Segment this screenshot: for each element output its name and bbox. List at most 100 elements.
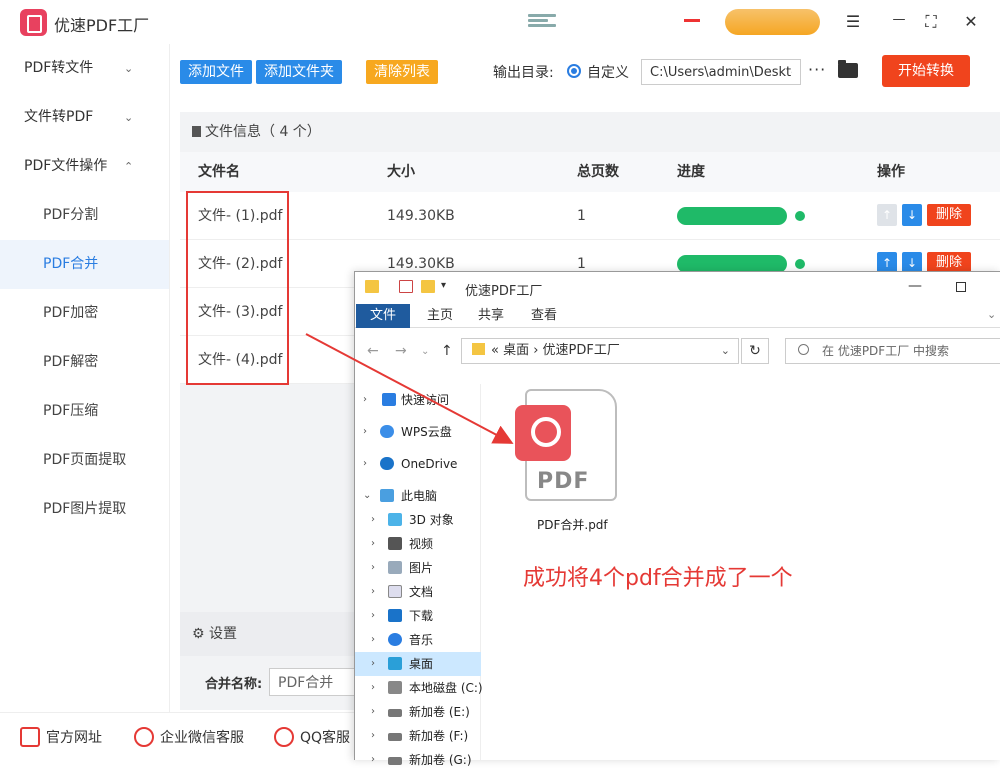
app-title: 优速PDF工厂 <box>54 16 150 35</box>
chevron-down-icon: ⌄ <box>124 111 134 124</box>
tree-item-this-pc[interactable]: ⌄ 此电脑 <box>355 484 481 508</box>
output-path-input[interactable] <box>641 59 801 85</box>
forward-icon[interactable]: → <box>395 343 407 359</box>
tab-share[interactable]: 共享 <box>476 304 506 328</box>
output-dir-label: 输出目录: <box>493 65 554 81</box>
clear-list-button[interactable]: 清除列表 <box>366 60 438 84</box>
app-banner-icon[interactable] <box>528 12 556 32</box>
tree-label: 快速访问 <box>401 393 450 407</box>
promo-badge[interactable] <box>725 9 820 35</box>
folder-icon[interactable] <box>838 60 858 78</box>
custom-radio-label[interactable]: 自定义 <box>587 62 629 82</box>
website-icon <box>20 727 40 747</box>
document-icon <box>388 585 402 598</box>
star-icon <box>382 393 396 406</box>
disk-icon <box>388 709 402 717</box>
folder-icon <box>365 280 379 293</box>
sidebar-item-pdf-merge[interactable]: PDF合并 <box>0 240 169 289</box>
recent-chevron-icon[interactable]: ⌄ <box>421 346 429 357</box>
add-folder-button[interactable]: 添加文件夹 <box>256 60 342 84</box>
sidebar-group-pdf-to-file[interactable]: PDF转文件 ⌄ <box>0 44 169 93</box>
tree-item-wps-cloud[interactable]: › WPS云盘 <box>355 420 481 444</box>
merge-name-label: 合并名称: <box>205 677 263 692</box>
qq-support-link[interactable]: QQ客服 <box>274 727 350 747</box>
tree-item-pictures[interactable]: › 图片 <box>355 556 481 580</box>
tree-item-3d[interactable]: › 3D 对象 <box>355 508 481 532</box>
back-icon[interactable]: ← <box>367 343 379 359</box>
wechat-icon <box>134 727 154 747</box>
tree-item-video[interactable]: › 视频 <box>355 532 481 556</box>
minimize-button[interactable]: — <box>889 12 909 27</box>
sidebar-group-file-to-pdf[interactable]: 文件转PDF ⌄ <box>0 93 169 142</box>
sidebar-group-pdf-operations[interactable]: PDF文件操作 ⌃ <box>0 142 169 191</box>
sidebar-item-pdf-decrypt[interactable]: PDF解密 <box>0 338 169 387</box>
col-name: 文件名 <box>198 164 240 180</box>
minimize-icon[interactable]: — <box>908 278 922 294</box>
tree-item-documents[interactable]: › 文档 <box>355 580 481 604</box>
start-convert-button[interactable]: 开始转换 <box>882 55 970 87</box>
tree-item-quick-access[interactable]: › 快速访问 <box>355 388 481 412</box>
tree-label: 图片 <box>409 561 434 575</box>
tree-item-disk-f[interactable]: › 新加卷 (F:) <box>355 724 481 748</box>
video-icon <box>388 537 402 550</box>
close-icon[interactable]: ✕ <box>961 12 981 31</box>
document-icon <box>192 126 201 137</box>
download-icon <box>388 609 402 622</box>
pdf-file-item[interactable]: PDF <box>515 385 621 503</box>
properties-icon[interactable] <box>399 280 413 293</box>
search-icon <box>798 344 809 355</box>
sidebar-item-pdf-compress[interactable]: PDF压缩 <box>0 387 169 436</box>
fullscreen-icon[interactable]: ⛶ <box>921 12 941 32</box>
tree-item-onedrive[interactable]: › OneDrive <box>355 452 481 476</box>
search-input[interactable]: 在 优速PDF工厂 中搜索 <box>785 338 1000 364</box>
sidebar-group-label: PDF转文件 <box>24 60 94 76</box>
tree-item-downloads[interactable]: › 下载 <box>355 604 481 628</box>
move-down-icon[interactable]: ↓ <box>902 204 922 226</box>
menu-icon[interactable]: ☰ <box>843 12 863 31</box>
tree-label: 音乐 <box>409 633 434 647</box>
tree-label: OneDrive <box>401 457 458 471</box>
sidebar-item-pdf-page-extract[interactable]: PDF页面提取 <box>0 436 169 485</box>
up-icon[interactable]: ↑ <box>441 343 453 359</box>
new-folder-icon[interactable] <box>421 280 435 293</box>
website-link[interactable]: 官方网址 <box>20 727 102 747</box>
delete-button[interactable]: 删除 <box>927 204 971 226</box>
chevron-down-icon[interactable]: ⌄ <box>721 339 730 363</box>
desktop-icon <box>388 657 402 670</box>
disk-icon <box>388 757 402 765</box>
tree-item-disk-c[interactable]: › 本地磁盘 (C:) <box>355 676 483 700</box>
add-file-button[interactable]: 添加文件 <box>180 60 252 84</box>
chevron-down-icon[interactable]: ▾ <box>441 280 446 291</box>
address-bar[interactable]: « 桌面 › 优速PDF工厂 ⌄ <box>461 338 739 364</box>
move-up-icon[interactable]: ↑ <box>877 204 897 226</box>
disk-icon <box>388 733 402 741</box>
ribbon-expand-icon[interactable]: ⌄ <box>987 308 996 321</box>
tree-item-disk-g[interactable]: › 新加卷 (G:) <box>355 748 481 772</box>
tab-file[interactable]: 文件 <box>356 304 410 328</box>
refresh-button[interactable]: ↻ <box>741 338 769 364</box>
wechat-support-link[interactable]: 企业微信客服 <box>134 727 244 747</box>
tree-label: 文档 <box>409 585 434 599</box>
app-window: 优速PDF工厂 ☰ — ⛶ ✕ PDF转文件 ⌄ 文件转PDF ⌄ PDF文件操… <box>0 0 1000 767</box>
sidebar-item-pdf-encrypt[interactable]: PDF加密 <box>0 289 169 338</box>
search-placeholder: 在 优速PDF工厂 中搜索 <box>822 344 950 358</box>
maximize-icon[interactable] <box>956 282 966 292</box>
tab-home[interactable]: 主页 <box>425 304 455 328</box>
file-info-label: 文件信息（ 4 个） <box>205 124 321 140</box>
tree-item-desktop[interactable]: › 桌面 <box>355 652 481 676</box>
sidebar-item-pdf-split[interactable]: PDF分割 <box>0 191 169 240</box>
file-explorer-window: ▾ 优速PDF工厂 — 文件 主页 共享 查看 ⌄ ← → ⌄ ↑ « 桌面 ›… <box>354 271 1000 767</box>
more-options-button[interactable]: ··· <box>808 60 826 79</box>
tab-view[interactable]: 查看 <box>529 304 559 328</box>
minimize-indicator-icon[interactable] <box>684 19 700 22</box>
sidebar: PDF转文件 ⌄ 文件转PDF ⌄ PDF文件操作 ⌃ PDF分割 PDF合并 … <box>0 44 170 712</box>
sidebar-item-pdf-image-extract[interactable]: PDF图片提取 <box>0 485 169 534</box>
merge-name-input[interactable] <box>269 668 359 696</box>
settings-section[interactable]: ⚙ 设置 <box>180 612 354 656</box>
custom-radio[interactable] <box>567 64 581 78</box>
chevron-up-icon: ⌃ <box>124 160 134 173</box>
tree-item-music[interactable]: › 音乐 <box>355 628 481 652</box>
explorer-title-bar: ▾ 优速PDF工厂 — <box>355 272 1000 304</box>
pdf-file-name[interactable]: PDF合并.pdf <box>537 516 608 533</box>
tree-item-disk-e[interactable]: › 新加卷 (E:) <box>355 700 481 724</box>
